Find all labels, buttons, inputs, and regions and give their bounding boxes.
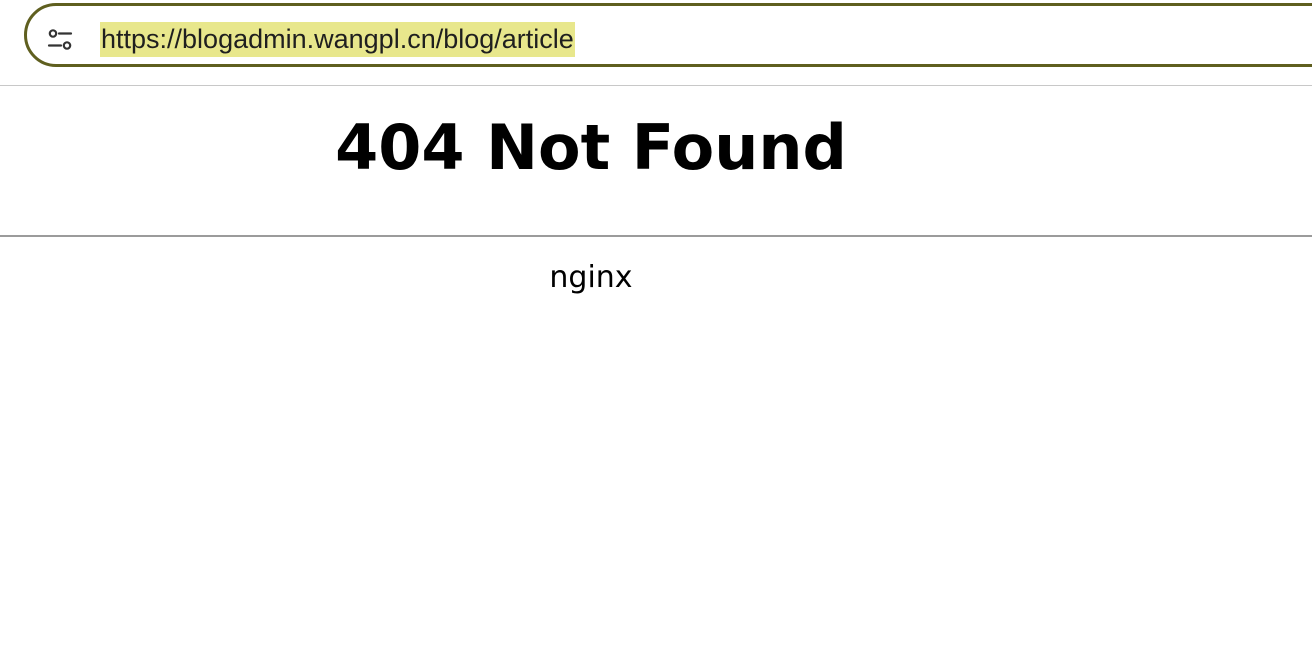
- divider: [0, 235, 1312, 237]
- tune-icon: [47, 29, 73, 50]
- browser-toolbar: https://blogadmin.wangpl.cn/blog/article: [0, 0, 1312, 86]
- server-name: nginx: [549, 260, 633, 295]
- address-bar[interactable]: https://blogadmin.wangpl.cn/blog/article: [24, 3, 1312, 67]
- page-title: 404 Not Found: [335, 111, 847, 184]
- url-text[interactable]: https://blogadmin.wangpl.cn/blog/article: [100, 22, 575, 57]
- page-content: 404 Not Found nginx: [0, 86, 1312, 660]
- site-info-tune-icon[interactable]: [47, 27, 73, 53]
